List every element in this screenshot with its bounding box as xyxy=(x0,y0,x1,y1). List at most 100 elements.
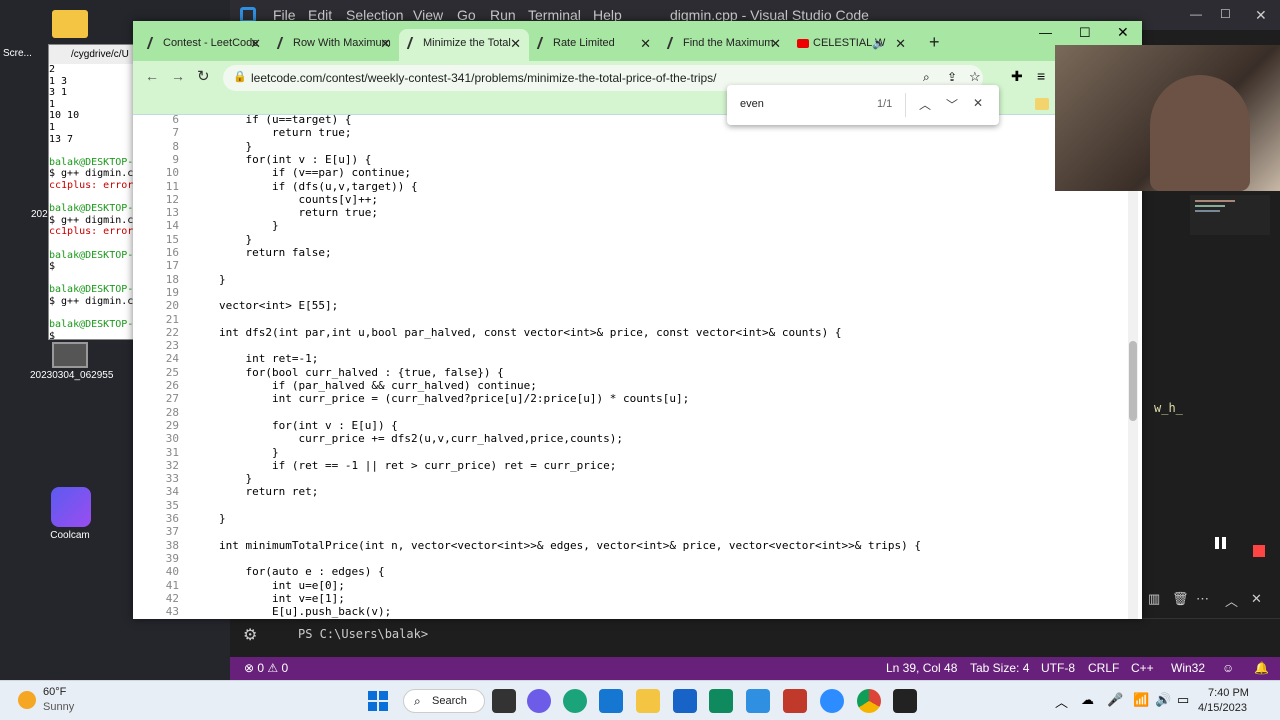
wifi-icon[interactable]: 📶 xyxy=(1133,692,1149,708)
line-text: curr_price += dfs2(u,v,curr_halved,price… xyxy=(219,432,623,446)
start-icon[interactable] xyxy=(366,689,390,713)
mic-icon[interactable]: 🎤 xyxy=(1107,692,1123,708)
chrome-taskbar-icon[interactable] xyxy=(857,689,881,713)
close-icon[interactable]: ✕ xyxy=(1255,7,1267,24)
line-text: } xyxy=(219,445,279,459)
close-tab-icon[interactable]: ✕ xyxy=(770,36,781,52)
close-panel-icon[interactable]: ✕ xyxy=(1251,591,1262,607)
store-icon[interactable] xyxy=(599,689,623,713)
close-tab-icon[interactable]: ✕ xyxy=(510,36,521,52)
tab-row-with-max[interactable]: Row With Maximum ✕ xyxy=(269,29,399,61)
line-number: 7 xyxy=(172,126,179,140)
platform[interactable]: Win32 xyxy=(1171,661,1205,675)
close-tab-icon[interactable]: ✕ xyxy=(250,36,261,52)
video-file-icon[interactable] xyxy=(52,342,88,368)
terminal-line: balak@DESKTOP- xyxy=(49,156,134,168)
webcam-overlay xyxy=(1055,45,1280,191)
tab-contest[interactable]: Contest - LeetCode ✕ xyxy=(139,29,269,61)
close-tab-icon[interactable]: ✕ xyxy=(640,36,651,52)
calendar-app-icon[interactable] xyxy=(673,689,697,713)
coolcam-icon[interactable] xyxy=(51,487,91,527)
terminal-panel[interactable]: ⚙ PS C:\Users\balak> xyxy=(230,618,1280,657)
cygwin-terminal[interactable]: /cygdrive/c/U 21 33 1 1 10 10 1 13 7 balak@DE… xyxy=(48,44,138,340)
zoom-icon[interactable] xyxy=(820,689,844,713)
find-input[interactable]: even xyxy=(740,98,764,110)
reading-list-icon[interactable]: ≡ xyxy=(1037,68,1045,84)
line-number: 23 xyxy=(165,339,179,353)
search-box[interactable]: ⌕ Search xyxy=(403,689,485,713)
split-terminal-icon[interactable]: ▥ xyxy=(1148,591,1160,607)
more-icon[interactable]: ⋯ xyxy=(1196,591,1209,607)
minimize-icon[interactable]: — xyxy=(1190,7,1202,21)
cursor-position[interactable]: Ln 39, Col 48 xyxy=(886,661,957,675)
chevron-up-icon[interactable]: ︿ xyxy=(1225,591,1238,610)
clock-time[interactable]: 7:40 PM xyxy=(1208,687,1249,699)
gear-icon[interactable]: ⚙ xyxy=(243,625,257,645)
chevron-up-icon[interactable]: ︿ xyxy=(919,96,931,113)
line-number: 24 xyxy=(165,352,179,366)
pause-icon[interactable] xyxy=(1215,537,1229,551)
scrollbar-thumb[interactable] xyxy=(1129,341,1137,421)
forward-icon[interactable]: → xyxy=(171,68,185,84)
close-find-icon[interactable]: ✕ xyxy=(973,96,983,110)
trash-icon[interactable]: 🗑 xyxy=(1172,591,1189,607)
clock-date[interactable]: 4/15/2023 xyxy=(1198,702,1247,714)
back-icon[interactable]: ← xyxy=(145,68,159,84)
close-tab-icon[interactable]: ✕ xyxy=(380,36,391,52)
terminal-taskbar-icon[interactable] xyxy=(893,689,917,713)
line-text: } xyxy=(219,272,226,286)
sun-icon[interactable] xyxy=(18,691,36,709)
minimize-icon[interactable]: — xyxy=(1039,25,1052,40)
share-icon[interactable]: ⇪ xyxy=(947,70,957,84)
chat-icon[interactable] xyxy=(527,689,551,713)
tab-celestial[interactable]: CELESTIAL W 🔈 ✕ xyxy=(789,29,914,61)
close-icon[interactable]: ✕ xyxy=(1117,24,1129,41)
new-tab-icon[interactable]: + xyxy=(929,32,940,53)
task-view-icon[interactable] xyxy=(492,689,516,713)
tab-size[interactable]: Tab Size: 4 xyxy=(970,661,1029,675)
code-view[interactable]: 6 if (u==target) {7 return true; 8 } 9 for… xyxy=(133,115,1142,619)
scrollbar[interactable] xyxy=(1128,121,1138,619)
minimap-line xyxy=(1195,210,1220,212)
vscode-taskbar-icon[interactable] xyxy=(746,689,770,713)
maximize-icon[interactable]: ☐ xyxy=(1079,25,1091,41)
reload-icon[interactable]: ↻ xyxy=(197,67,210,85)
line-number: 22 xyxy=(165,325,179,339)
encoding[interactable]: UTF-8 xyxy=(1041,661,1075,675)
close-tab-icon[interactable]: ✕ xyxy=(895,36,906,52)
minimap[interactable] xyxy=(1190,195,1270,235)
spreadsheet-app-icon[interactable] xyxy=(709,689,733,713)
battery-icon[interactable]: ▭ xyxy=(1177,692,1189,708)
eol[interactable]: CRLF xyxy=(1088,661,1119,675)
language-mode[interactable]: C++ xyxy=(1131,661,1154,675)
antivirus-icon[interactable] xyxy=(783,689,807,713)
edge-icon[interactable] xyxy=(563,689,587,713)
tray-overflow-icon[interactable]: ︿ xyxy=(1055,692,1068,711)
tab-find-max[interactable]: Find the Maximum ✕ xyxy=(659,29,789,61)
extensions-icon[interactable]: ✚ xyxy=(1011,68,1023,85)
line-text: int minimumTotalPrice(int n, vector<vect… xyxy=(219,538,921,552)
maximize-icon[interactable]: ☐ xyxy=(1220,7,1231,21)
bookmark-folder-icon[interactable] xyxy=(1035,98,1049,110)
problems-status[interactable]: ⊗ 0 ⚠ 0 xyxy=(244,661,288,675)
speaker-icon[interactable]: 🔈 xyxy=(872,37,886,50)
folder-icon[interactable] xyxy=(52,10,88,38)
tab-rate-limited[interactable]: Rate Limited ✕ xyxy=(529,29,659,61)
feedback-icon[interactable]: ☺ xyxy=(1222,661,1234,675)
terminal-line: cc1plus: error xyxy=(49,179,134,191)
find-in-page-icon[interactable]: ⌕ xyxy=(923,70,930,85)
bell-icon[interactable]: 🔔 xyxy=(1254,661,1269,675)
file-explorer-icon[interactable] xyxy=(636,689,660,713)
stop-icon[interactable] xyxy=(1253,545,1265,557)
line-text: } xyxy=(219,472,253,486)
volume-icon[interactable]: 🔊 xyxy=(1155,692,1171,708)
chevron-down-icon[interactable]: ﹀ xyxy=(946,96,958,113)
onedrive-icon[interactable]: ☁ xyxy=(1081,692,1094,708)
tab-minimize-total[interactable]: Minimize the Total ✕ xyxy=(399,29,529,61)
star-icon[interactable]: ☆ xyxy=(969,69,981,85)
tab-label: Contest - LeetCode xyxy=(163,37,259,49)
line-number: 31 xyxy=(165,445,179,459)
weather-temp[interactable]: 60°F xyxy=(43,686,66,698)
